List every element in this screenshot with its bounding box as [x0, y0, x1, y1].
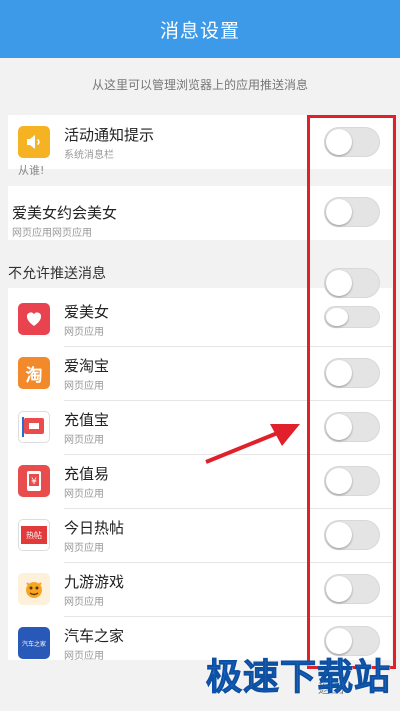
watermark-logo: 极速下载站: [205, 657, 392, 699]
annotation-arrow: [205, 424, 300, 464]
